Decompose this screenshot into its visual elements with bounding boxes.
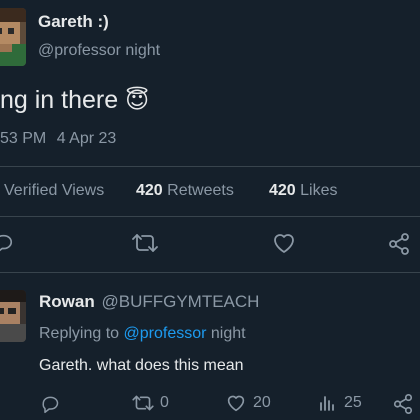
reply-like-count: 20 <box>253 394 271 411</box>
avatar-hair <box>0 290 26 302</box>
retweet-button[interactable] <box>132 232 158 254</box>
avatar-eye <box>8 28 14 34</box>
views-chart-icon <box>320 396 334 411</box>
reply-icon <box>0 234 13 252</box>
tweet-timestamp[interactable]: 53 PM 4 Apr 23 <box>0 130 116 148</box>
replying-to-suffix: night <box>210 325 246 342</box>
retweet-icon <box>132 395 154 411</box>
share-icon <box>393 394 413 414</box>
like-button[interactable] <box>272 232 296 254</box>
divider <box>0 216 420 217</box>
reply-retweet-button[interactable]: 0 <box>132 394 169 412</box>
author-avatar[interactable] <box>0 8 26 66</box>
like-icon <box>227 395 245 412</box>
likes-stat[interactable]: 420 Likes <box>269 182 338 200</box>
tweet-date: 4 Apr 23 <box>56 130 117 147</box>
divider <box>0 272 420 273</box>
avatar-neck <box>0 44 12 52</box>
avatar-eye <box>0 308 4 314</box>
avatar-eye <box>8 308 16 314</box>
likes-label: Likes <box>300 182 338 199</box>
author-handle[interactable]: @professor night <box>38 42 160 60</box>
avatar-hair <box>0 8 26 22</box>
likes-count: 420 <box>269 182 296 199</box>
retweets-stat[interactable]: 420 Retweets <box>136 182 234 200</box>
smiling-halo-emoji: 😇 <box>125 87 150 113</box>
views-label[interactable]: Verified Views <box>4 182 104 199</box>
share-button[interactable] <box>387 232 411 256</box>
reply-views-count: 25 <box>344 394 362 411</box>
tweet-text-body: ng in there <box>0 86 119 114</box>
like-icon <box>274 234 294 253</box>
retweets-label: Retweets <box>167 182 234 199</box>
reply-reply-button[interactable] <box>40 394 60 414</box>
reply-text: Gareth. what does this mean <box>39 357 244 374</box>
reply-author-avatar[interactable] <box>0 290 26 342</box>
reply-like-button[interactable]: 20 <box>226 394 271 412</box>
retweets-count: 420 <box>136 182 163 199</box>
share-icon <box>389 233 409 255</box>
replying-to-mention[interactable]: @professor <box>124 325 207 342</box>
reply-author[interactable]: Rowan @BUFFGYMTEACH <box>39 292 259 312</box>
reply-views-button[interactable]: 25 <box>318 394 362 412</box>
divider <box>0 166 420 167</box>
reply-share-button[interactable] <box>392 393 414 415</box>
avatar-eye <box>0 28 2 34</box>
replying-to: Replying to @professor night <box>39 325 246 343</box>
reply-button[interactable] <box>0 232 14 254</box>
stats-row: Verified Views <box>4 182 104 200</box>
reply-icon <box>42 396 59 414</box>
author-name[interactable]: Gareth :) <box>38 12 109 32</box>
tweet-text: ng in there 😇 <box>0 84 149 116</box>
avatar-shirt <box>0 324 26 342</box>
retweet-icon <box>132 234 158 252</box>
replying-to-prefix: Replying to <box>39 325 120 342</box>
reply-author-name: Rowan <box>39 292 95 311</box>
reply-retweet-count: 0 <box>160 394 169 411</box>
tweet-time: 53 PM <box>0 130 47 147</box>
reply-author-handle: @BUFFGYMTEACH <box>101 292 260 311</box>
